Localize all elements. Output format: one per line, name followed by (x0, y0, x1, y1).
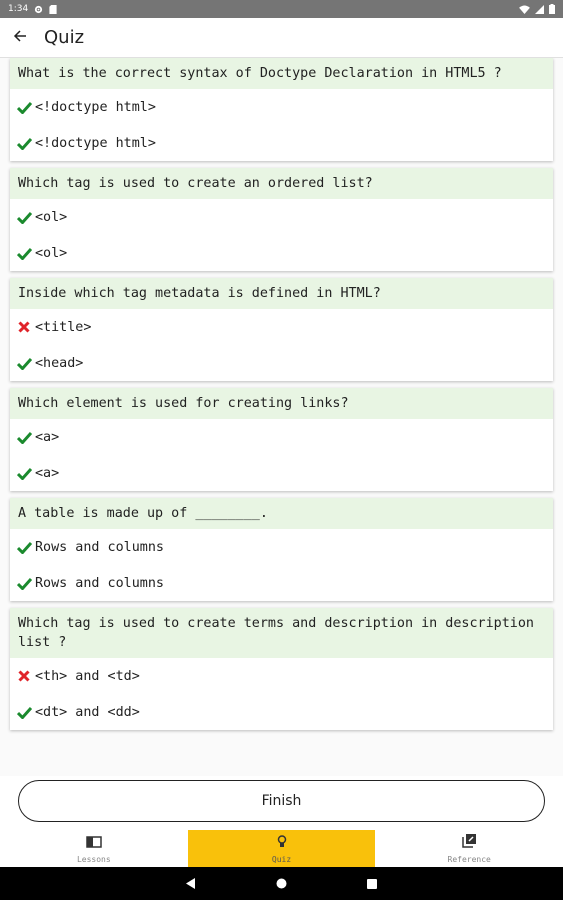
finish-button-wrap: Finish (18, 780, 545, 822)
checkmark-icon (16, 135, 32, 151)
answer-text: <a> (35, 465, 60, 481)
answer-text: <!doctype html> (35, 99, 156, 115)
user-answer: <!doctype html> (10, 89, 553, 125)
signal-icon (535, 4, 544, 14)
user-answer: <ol> (10, 199, 553, 235)
battery-icon (549, 4, 555, 14)
checkmark-icon (16, 99, 32, 115)
reference-icon (462, 833, 477, 852)
correct-answer: <a> (10, 455, 553, 491)
quiz-results-list[interactable]: What is the correct syntax of Doctype De… (0, 58, 563, 776)
checkmark-icon (16, 575, 32, 591)
user-answer: Rows and columns (10, 529, 553, 565)
bottom-navigation: Lessons Quiz Reference (0, 830, 563, 867)
answer-text: <ol> (35, 245, 68, 261)
checkmark-icon (16, 429, 32, 445)
page-title: Quiz (44, 27, 85, 48)
nav-item-lessons[interactable]: Lessons (0, 830, 188, 867)
question-card: Which element is used for creating links… (10, 388, 553, 491)
checkmark-icon (16, 465, 32, 481)
system-navigation-bar (0, 867, 563, 900)
checkmark-icon (16, 539, 32, 555)
answer-text: Rows and columns (35, 539, 164, 555)
settings-status-icon (34, 5, 43, 14)
system-back-icon[interactable] (186, 874, 196, 893)
question-text: Which tag is used to create an ordered l… (10, 168, 553, 199)
finish-button[interactable]: Finish (18, 780, 545, 822)
nav-label: Quiz (271, 855, 292, 864)
answer-text: <a> (35, 429, 60, 445)
bulb-icon (277, 833, 287, 852)
system-recents-icon[interactable] (367, 874, 377, 893)
answer-text: <head> (35, 355, 84, 371)
nav-label: Lessons (76, 855, 111, 864)
sd-card-status-icon (49, 4, 57, 14)
correct-answer: Rows and columns (10, 565, 553, 601)
question-text: Inside which tag metadata is defined in … (10, 278, 553, 309)
system-home-icon[interactable] (276, 874, 287, 893)
correct-answer: <dt> and <dd> (10, 694, 553, 730)
cross-icon (16, 668, 32, 684)
checkmark-icon (16, 245, 32, 261)
status-time: 1:34 (8, 4, 29, 14)
answer-text: Rows and columns (35, 575, 164, 591)
answer-text: <th> and <td> (35, 668, 140, 684)
book-icon (86, 833, 102, 852)
checkmark-icon (16, 209, 32, 225)
correct-answer: <head> (10, 345, 553, 381)
question-card: Inside which tag metadata is defined in … (10, 278, 553, 381)
question-card: What is the correct syntax of Doctype De… (10, 58, 553, 161)
user-answer: <th> and <td> (10, 658, 553, 694)
checkmark-icon (16, 704, 32, 720)
user-answer: <title> (10, 309, 553, 345)
status-bar: 1:34 (0, 0, 563, 18)
back-button[interactable] (0, 18, 40, 58)
nav-item-reference[interactable]: Reference (375, 830, 563, 867)
correct-answer: <!doctype html> (10, 125, 553, 161)
cross-icon (16, 319, 32, 335)
correct-answer: <ol> (10, 235, 553, 271)
answer-text: <dt> and <dd> (35, 704, 140, 720)
question-card: A table is made up of ________. Rows and… (10, 498, 553, 601)
answer-text: <ol> (35, 209, 68, 225)
answer-text: <!doctype html> (35, 135, 156, 151)
question-text: What is the correct syntax of Doctype De… (10, 58, 553, 89)
question-card: Which tag is used to create an ordered l… (10, 168, 553, 271)
user-answer: <a> (10, 419, 553, 455)
question-text: Which tag is used to create terms and de… (10, 608, 553, 658)
checkmark-icon (16, 355, 32, 371)
question-text: A table is made up of ________. (10, 498, 553, 529)
answer-text: <title> (35, 319, 92, 335)
question-text: Which element is used for creating links… (10, 388, 553, 419)
wifi-icon (519, 4, 530, 14)
nav-item-quiz[interactable]: Quiz (187, 830, 376, 867)
question-card: Which tag is used to create terms and de… (10, 608, 553, 730)
arrow-left-icon (13, 28, 27, 47)
nav-label: Reference (447, 855, 491, 864)
app-bar: Quiz (0, 18, 563, 58)
